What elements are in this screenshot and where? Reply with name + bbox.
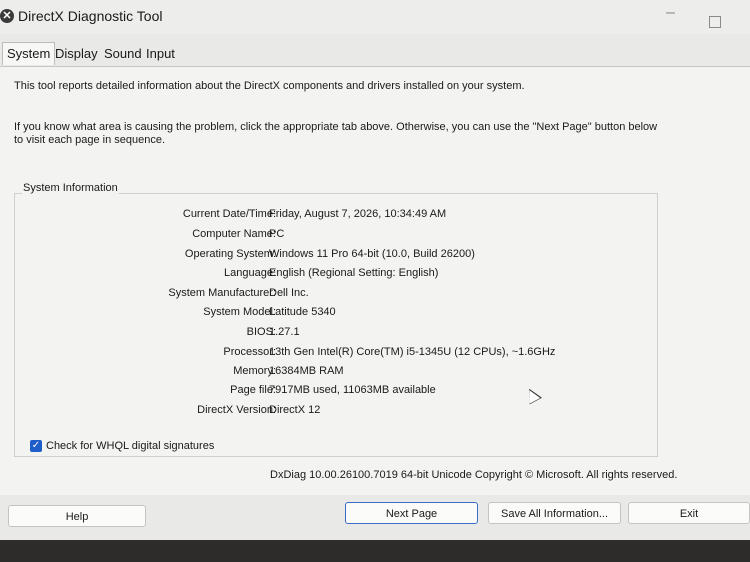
tab-system[interactable]: System	[2, 42, 56, 65]
dxdiag-window: ✕ DirectX Diagnostic Tool – System Displ…	[0, 0, 750, 540]
info-label: Current Date/Time:	[182, 208, 276, 220]
info-value: English (Regional Setting: English)	[269, 267, 439, 279]
help-button[interactable]: Help	[8, 505, 146, 527]
info-row-language: Language: English (Regional Setting: Eng…	[15, 267, 659, 285]
info-row-bios: BIOS: 1.27.1	[15, 326, 659, 344]
system-tab-panel: This tool reports detailed information a…	[0, 66, 750, 495]
exit-button[interactable]: Exit	[628, 502, 750, 524]
group-title: System Information	[22, 182, 119, 194]
intro-text: This tool reports detailed information a…	[14, 80, 525, 92]
whql-checkbox[interactable]: ✓	[30, 440, 42, 452]
info-value: 7917MB used, 11063MB available	[269, 384, 436, 396]
info-label: System Manufacturer:	[168, 287, 276, 299]
info-value: Windows 11 Pro 64-bit (10.0, Build 26200…	[269, 248, 475, 260]
info-value: DirectX 12	[269, 404, 321, 416]
info-value: Latitude 5340	[269, 306, 336, 318]
info-row-computer-name: Computer Name: PC	[15, 228, 659, 246]
info-row-page-file: Page file: 7917MB used, 11063MB availabl…	[15, 384, 659, 402]
info-label: DirectX Version:	[197, 404, 276, 416]
info-row-memory: Memory: 16384MB RAM	[15, 365, 659, 383]
info-value: Dell Inc.	[269, 287, 309, 299]
minimize-button[interactable]: –	[666, 4, 675, 22]
info-value: 16384MB RAM	[269, 365, 344, 377]
window-title: DirectX Diagnostic Tool	[18, 8, 163, 24]
info-value: PC	[269, 228, 285, 240]
title-bar[interactable]: ✕ DirectX Diagnostic Tool –	[0, 0, 750, 34]
whql-checkbox-label[interactable]: Check for WHQL digital signatures	[46, 440, 214, 452]
info-row-manufacturer: System Manufacturer: Dell Inc.	[15, 287, 659, 305]
info-row-os: Operating System: Windows 11 Pro 64-bit …	[15, 248, 659, 266]
tab-input[interactable]: Input	[146, 44, 175, 64]
save-all-information-button[interactable]: Save All Information...	[488, 502, 621, 524]
info-label: Computer Name:	[192, 228, 276, 240]
info-label: Operating System:	[184, 248, 276, 260]
info-value: 13th Gen Intel(R) Core(TM) i5-1345U (12 …	[269, 346, 556, 358]
maximize-button[interactable]	[709, 16, 721, 28]
info-row-processor: Processor: 13th Gen Intel(R) Core(TM) i5…	[15, 346, 659, 364]
info-row-date: Current Date/Time: Friday, August 7, 202…	[15, 208, 659, 226]
info-value: Friday, August 7, 2026, 10:34:49 AM	[269, 208, 447, 220]
next-page-button[interactable]: Next Page	[345, 502, 478, 524]
info-row-directx: DirectX Version: DirectX 12	[15, 404, 659, 422]
info-label: System Model:	[203, 306, 276, 318]
system-information-group: Current Date/Time: Friday, August 7, 202…	[14, 193, 658, 457]
tab-display[interactable]: Display	[55, 44, 98, 64]
instructions-text: If you know what area is causing the pro…	[14, 121, 658, 146]
tab-sound[interactable]: Sound	[104, 44, 142, 64]
info-row-model: System Model: Latitude 5340	[15, 306, 659, 324]
info-value: 1.27.1	[269, 326, 300, 338]
copyright-text: DxDiag 10.00.26100.7019 64-bit Unicode C…	[270, 469, 678, 481]
app-icon: ✕	[0, 9, 14, 23]
